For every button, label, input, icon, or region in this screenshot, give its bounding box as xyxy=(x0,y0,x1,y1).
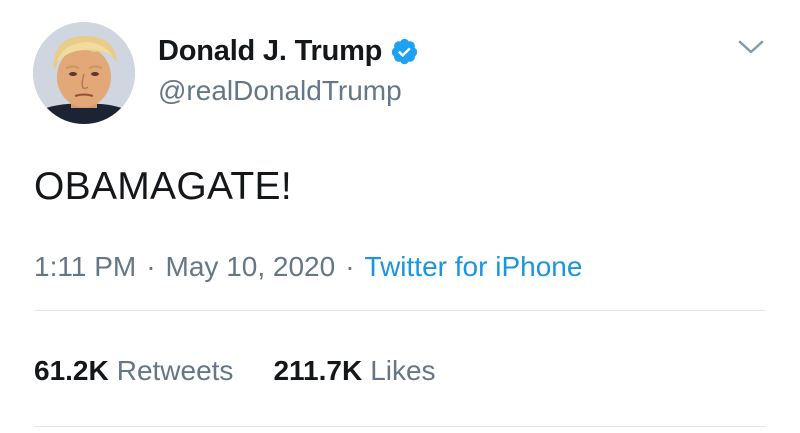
meta-separator: · xyxy=(345,251,355,282)
tweet-card: Donald J. Trump @realDonaldTrump OBAMAGA… xyxy=(0,0,800,433)
retweets-stat[interactable]: 61.2K Retweets xyxy=(34,355,233,387)
author-name-row[interactable]: Donald J. Trump xyxy=(158,31,419,71)
verified-badge-icon xyxy=(390,37,419,66)
likes-count: 211.7K xyxy=(273,355,363,386)
meta-separator: · xyxy=(146,251,156,282)
tweet-time[interactable]: 1:11 PM xyxy=(34,251,136,283)
tweet-meta: 1:11 PM · May 10, 2020 · Twitter for iPh… xyxy=(34,251,582,283)
author-handle[interactable]: @realDonaldTrump xyxy=(158,75,402,107)
divider xyxy=(34,310,766,311)
tweet-date[interactable]: May 10, 2020 xyxy=(166,251,336,283)
tweet-stats: 61.2K Retweets 211.7K Likes xyxy=(34,355,436,387)
retweets-label: Retweets xyxy=(116,355,234,386)
tweet-text: OBAMAGATE! xyxy=(34,165,292,208)
retweets-count: 61.2K xyxy=(34,355,109,386)
chevron-down-icon[interactable] xyxy=(738,38,764,58)
author-display-name[interactable]: Donald J. Trump xyxy=(158,35,382,68)
avatar[interactable] xyxy=(33,22,135,124)
tweet-source-link[interactable]: Twitter for iPhone xyxy=(365,251,583,283)
divider xyxy=(34,426,766,427)
avatar-image xyxy=(33,22,135,124)
likes-label: Likes xyxy=(370,355,436,386)
likes-stat[interactable]: 211.7K Likes xyxy=(273,355,435,387)
